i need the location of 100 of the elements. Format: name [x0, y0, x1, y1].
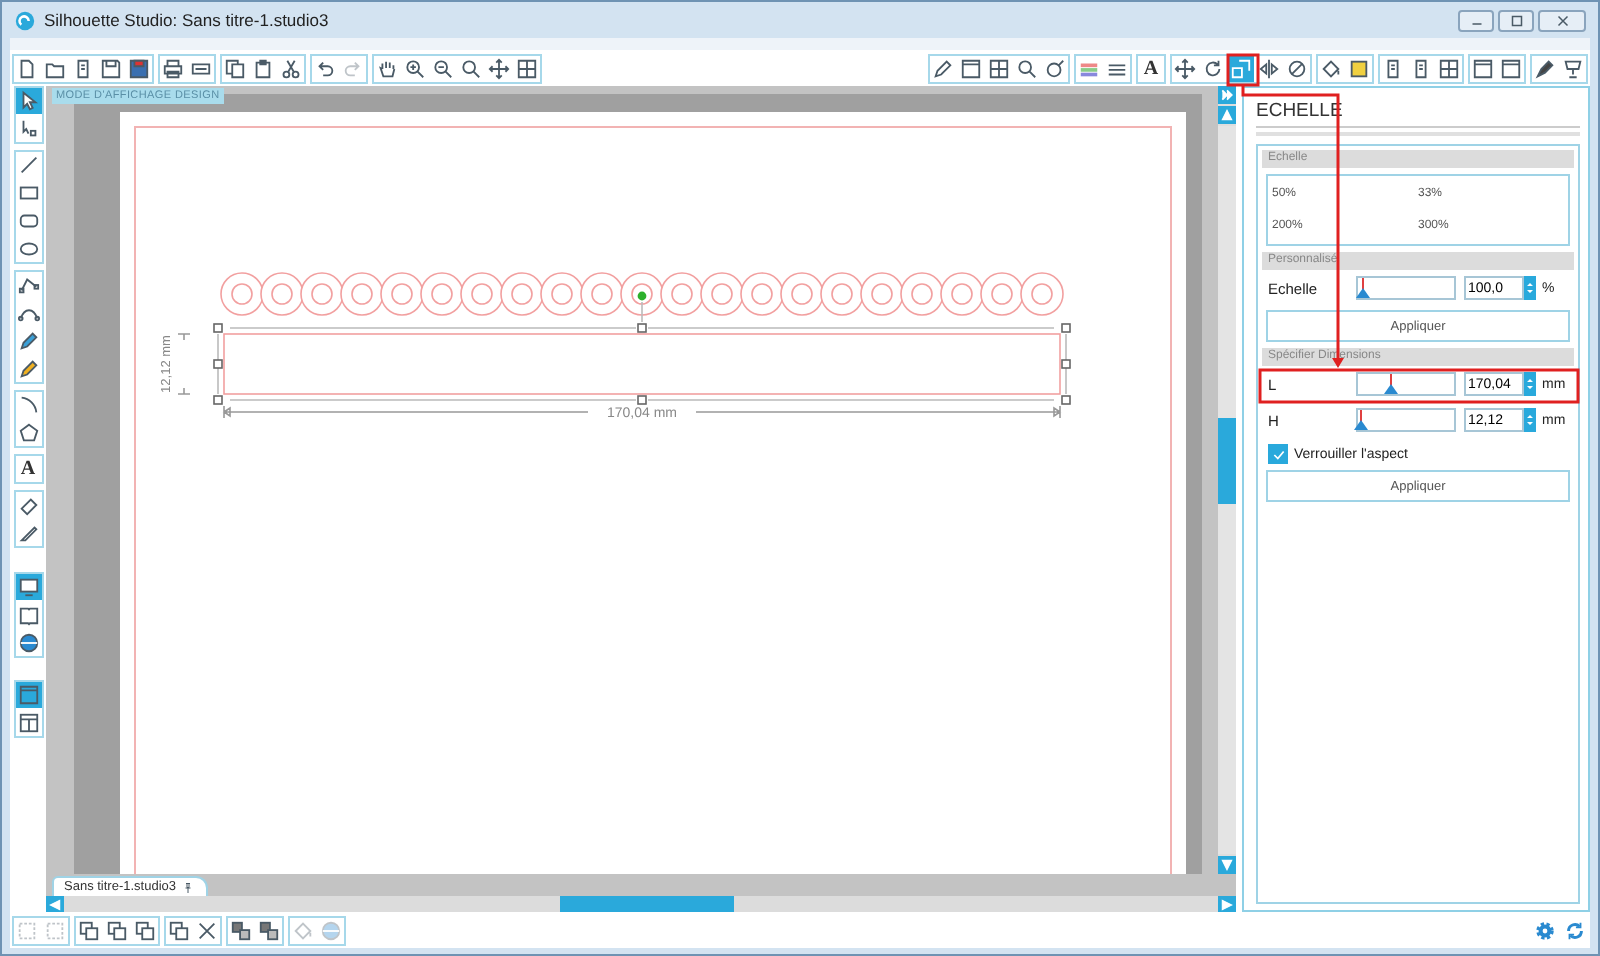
maximize-button[interactable]	[1498, 9, 1534, 31]
right-triangle-icon	[1220, 897, 1234, 911]
dashed-square-icon	[44, 919, 66, 941]
slider-thumb[interactable]	[1353, 410, 1368, 430]
tool-button[interactable]	[126, 55, 152, 81]
scissors-icon	[280, 57, 302, 79]
scroll-up-button[interactable]	[1218, 106, 1236, 124]
slider[interactable]	[1356, 372, 1456, 396]
grid-icon	[516, 57, 538, 79]
redo-arrow-icon	[342, 57, 364, 79]
move-arrows-icon	[1174, 57, 1196, 79]
tool-button[interactable]	[1346, 55, 1372, 81]
tool-button[interactable]	[15, 574, 41, 600]
tool-button[interactable]	[104, 917, 130, 943]
tool-button[interactable]	[98, 55, 124, 81]
scrollbar-thumb[interactable]	[1218, 417, 1236, 505]
line-icon	[17, 154, 39, 176]
window-icon	[960, 57, 982, 79]
tool-button[interactable]	[1042, 55, 1068, 81]
tool-button[interactable]	[458, 55, 484, 81]
printer-icon	[162, 57, 184, 79]
grid-icon	[1438, 57, 1460, 79]
spin-button[interactable]	[1524, 276, 1536, 300]
tool-button[interactable]	[15, 602, 41, 628]
spin-button[interactable]	[1524, 408, 1536, 432]
ellipse-icon	[17, 238, 39, 260]
tool-button[interactable]	[15, 630, 41, 656]
tool-button[interactable]	[160, 55, 186, 81]
knife-icon	[17, 522, 39, 544]
window-title: Silhouette Studio: Sans titre-1.studio3	[44, 10, 331, 30]
tool-button[interactable]	[958, 55, 984, 81]
height-dimension-line	[177, 333, 191, 395]
tool-button[interactable]	[930, 55, 956, 81]
arc-icon	[17, 394, 39, 416]
rotate-arrow-icon	[1202, 57, 1224, 79]
tool-button[interactable]	[15, 520, 41, 546]
slider[interactable]	[1356, 408, 1456, 432]
tool-button[interactable]	[15, 420, 41, 446]
up-triangle-icon	[1220, 108, 1234, 122]
slider[interactable]	[1356, 276, 1456, 300]
tool-button[interactable]	[222, 55, 248, 81]
linked-squares-icon	[230, 919, 252, 941]
slider-thumb[interactable]	[1384, 374, 1399, 394]
settings-button[interactable]	[1532, 917, 1558, 943]
panel-toggle-button[interactable]	[1218, 86, 1236, 104]
tool-button[interactable]	[1436, 55, 1462, 81]
tool-button[interactable]	[1256, 55, 1282, 81]
tool-button[interactable]	[1014, 55, 1040, 81]
tool-button[interactable]	[486, 55, 512, 81]
tool-button[interactable]	[76, 917, 102, 943]
window-icon	[1472, 57, 1494, 79]
tool-button[interactable]	[15, 88, 41, 114]
text-tool-button[interactable]: A	[1138, 55, 1164, 81]
tool-button[interactable]	[1532, 55, 1558, 81]
window-icon	[1500, 57, 1522, 79]
brush-icon	[1534, 57, 1556, 79]
tool-button[interactable]	[228, 917, 254, 943]
tool-button[interactable]	[194, 917, 220, 943]
tool-button[interactable]	[278, 55, 304, 81]
tool-button[interactable]	[132, 917, 158, 943]
tool-button[interactable]	[15, 356, 41, 382]
tool-button[interactable]	[402, 55, 428, 81]
split-window-icon	[17, 712, 39, 734]
tool-button[interactable]	[1200, 55, 1226, 81]
dashed-square-icon	[16, 919, 38, 941]
tool-button[interactable]	[1284, 55, 1310, 81]
checkbox[interactable]	[1268, 444, 1288, 464]
tool-button[interactable]	[15, 328, 41, 354]
double-chevron-icon	[1220, 88, 1234, 102]
spin-button[interactable]	[1524, 372, 1536, 396]
tool-button[interactable]	[1498, 55, 1524, 81]
down-triangle-icon	[1220, 858, 1234, 872]
tool-button[interactable]	[256, 917, 282, 943]
tool-button[interactable]	[986, 55, 1012, 81]
scroll-right-button[interactable]	[1218, 896, 1236, 912]
tool-button[interactable]	[15, 682, 41, 708]
move-arrows-icon	[488, 57, 510, 79]
circle-slash-icon	[1286, 57, 1308, 79]
tool-button[interactable]	[250, 55, 276, 81]
magnifier-icon	[1016, 57, 1038, 79]
tool-button[interactable]	[15, 152, 41, 178]
tool-button[interactable]	[15, 710, 41, 736]
tool-button[interactable]	[1470, 55, 1496, 81]
refresh-button[interactable]	[1562, 917, 1588, 943]
scroll-down-button[interactable]	[1218, 856, 1236, 874]
tool-button[interactable]	[514, 55, 540, 81]
gear-icon	[1534, 919, 1556, 941]
tool-button[interactable]	[166, 917, 192, 943]
rounded-rectangle-icon	[17, 210, 39, 232]
scroll-left-button[interactable]	[46, 896, 64, 912]
rotation-handle[interactable]	[637, 291, 647, 301]
up-down-arrows-icon	[1524, 374, 1536, 394]
scrollbar-thumb[interactable]	[560, 896, 734, 912]
maximize-icon	[1507, 11, 1525, 29]
undo-arrow-icon	[314, 57, 336, 79]
slider-thumb[interactable]	[1355, 278, 1370, 298]
text-tool-button[interactable]: A	[15, 456, 41, 482]
tool-button[interactable]	[1172, 55, 1198, 81]
document-icon	[16, 57, 38, 79]
tool-button[interactable]	[430, 55, 456, 81]
